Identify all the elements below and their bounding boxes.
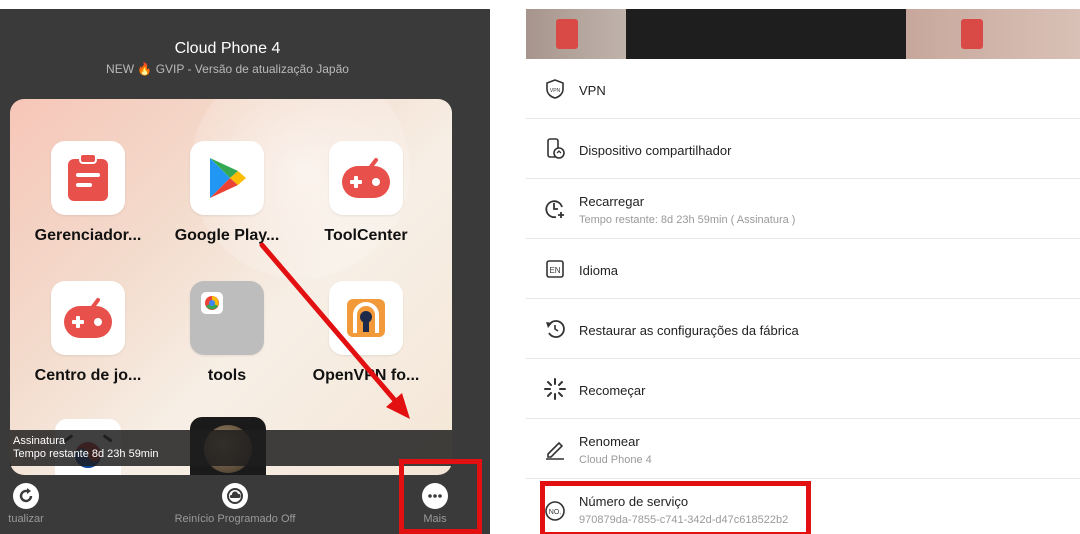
status-line-1: Assinatura (13, 435, 65, 447)
menu-header-preview (526, 9, 1080, 59)
menu-item-rename[interactable]: Renomear Cloud Phone 4 (526, 419, 1080, 479)
factory-reset-icon (544, 318, 566, 340)
restart-icon (544, 378, 566, 400)
refresh-label: tualizar (8, 513, 44, 525)
clipboard-icon (961, 19, 983, 49)
menu-label: Idioma (579, 263, 619, 278)
refresh-button[interactable]: tualizar (0, 483, 56, 525)
menu-item-shared-device[interactable]: Dispositivo compartilhador (526, 119, 1080, 179)
menu-item-factory-reset[interactable]: Restaurar as configurações da fábrica (526, 299, 1080, 359)
highlight-box-service-number (540, 481, 811, 534)
cloud-phone-panel: Cloud Phone 4 NEW 🔥 GVIP - Versão de atu… (0, 9, 490, 534)
menu-label: Recarregar (579, 194, 645, 209)
menu-sublabel: Cloud Phone 4 (579, 454, 652, 466)
menu-label: Renomear (579, 434, 640, 449)
svg-text:EN: EN (549, 266, 560, 275)
menu-label: Recomeçar (579, 383, 646, 398)
share-device-icon (544, 138, 566, 160)
subscription-status: Assinatura Tempo restante 8d 23h 59min (10, 430, 452, 466)
more-menu-panel: VPN VPN Dispositivo compartilhador Recar… (526, 9, 1080, 534)
status-line-2: Tempo restante 8d 23h 59min (13, 448, 159, 460)
pencil-icon (544, 438, 566, 460)
highlight-box-more (399, 459, 482, 534)
preview-thumb-right (906, 9, 1080, 59)
menu-item-restart[interactable]: Recomeçar (526, 359, 1080, 419)
menu-item-recharge[interactable]: Recarregar Tempo restante: 8d 23h 59min … (526, 179, 1080, 239)
recharge-clock-icon (544, 198, 566, 220)
menu-label: Dispositivo compartilhador (579, 143, 732, 158)
menu-item-vpn[interactable]: VPN VPN (526, 59, 1080, 119)
clipboard-icon (556, 19, 578, 49)
scheduled-restart-label: Reinício Programado Off (174, 513, 296, 525)
vpn-icon: VPN (544, 78, 566, 100)
scheduled-restart-button[interactable]: Reinício Programado Off (160, 483, 310, 525)
menu-item-language[interactable]: EN Idioma (526, 239, 1080, 299)
menu-label: Restaurar as configurações da fábrica (579, 323, 799, 338)
language-icon: EN (544, 258, 566, 280)
menu-sublabel: Tempo restante: 8d 23h 59min ( Assinatur… (579, 214, 796, 226)
refresh-icon (13, 483, 39, 509)
cloud-icon (222, 483, 248, 509)
screenshot-root: Cloud Phone 4 NEW 🔥 GVIP - Versão de atu… (0, 0, 1080, 534)
svg-text:VPN: VPN (550, 88, 561, 94)
menu-label: VPN (579, 83, 606, 98)
